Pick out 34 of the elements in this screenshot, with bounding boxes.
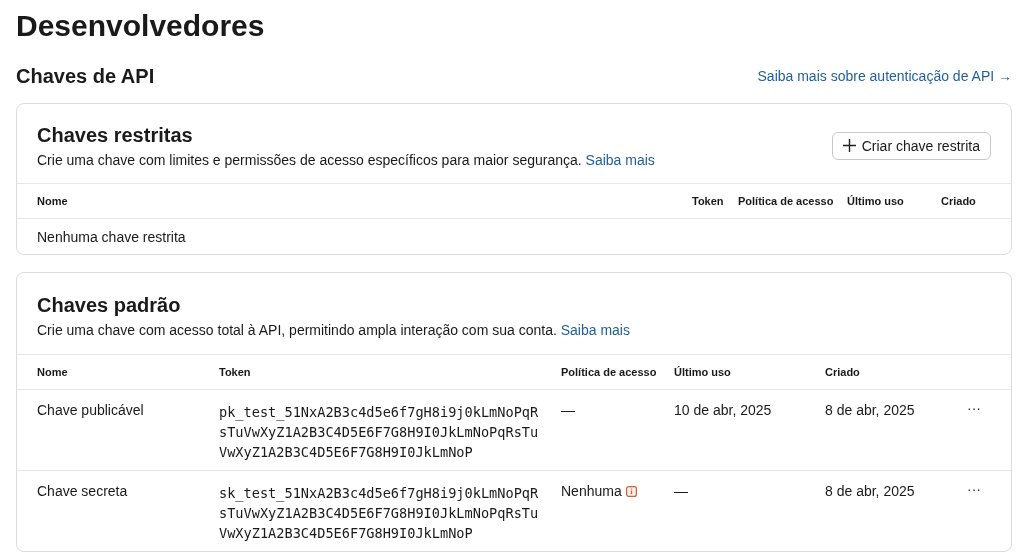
column-header: Política de acesso (738, 195, 835, 207)
section-title: Chaves de API (16, 64, 155, 88)
created-date: 8 de abr, 2025 (825, 482, 916, 500)
column-header: Criado (941, 195, 977, 207)
column-header: Token (219, 366, 252, 378)
more-options-button[interactable]: ··· (967, 482, 981, 496)
plus-icon (842, 139, 856, 152)
learn-more-link[interactable]: Saiba mais (585, 152, 655, 168)
created-date: 8 de abr, 2025 (825, 401, 916, 419)
key-name: Chave secreta (37, 482, 129, 500)
card-description: Crie uma chave com limites e permissões de acesso específicos para maior segurança. Saiba mais (37, 151, 655, 169)
auth-docs-link[interactable]: Saiba mais sobre autenticação de API → (757, 68, 1012, 84)
more-options-button[interactable]: ··· (967, 401, 981, 415)
key-token: pk_test_51NxA2B3c4d5e6f7gH8i9j0kLmNoPqRsTuVwXyZ1A2B3C4D5E6F7G8H9I0JkLmNoPqRsTuVwXyZ1A2B3C4D5E6F7G8H9I0JkLmNoP (219, 403, 539, 462)
key-name: Chave publicável (37, 401, 145, 419)
learn-more-link[interactable]: Saiba mais (560, 322, 630, 338)
card-title: Chaves restritas (37, 123, 194, 148)
page-title: Desenvolvedores (16, 8, 266, 44)
key-token: sk_test_51NxA2B3c4d5e6f7gH8i9j0kLmNoPqRsTuVwXyZ1A2B3C4D5E6F7G8H9I0JkLmNoPqRsTuVwXyZ1A2B3C4D5E6F7G8H9I0JkLmNoP (219, 484, 539, 543)
last-used: 10 de abr, 2025 (674, 401, 773, 419)
column-header: Último uso (674, 366, 732, 378)
access-policy: Nenhuma (561, 482, 622, 500)
empty-message: Nenhuma chave restrita (37, 229, 186, 245)
create-restricted-key-button[interactable]: Criar chave restrita (831, 131, 991, 160)
column-header: Token (692, 195, 725, 207)
last-used: — (674, 482, 689, 500)
column-header: Nome (37, 366, 69, 378)
column-header: Último uso (847, 195, 905, 207)
card-description: Crie uma chave com acesso total à API, permitindo ampla interação com sua conta. Saiba mais (37, 321, 630, 339)
card-title: Chaves padrão (37, 293, 182, 318)
column-header: Criado (825, 366, 861, 378)
access-policy: — (561, 401, 575, 419)
column-header: Política de acesso (561, 366, 658, 378)
column-header: Nome (37, 195, 69, 207)
